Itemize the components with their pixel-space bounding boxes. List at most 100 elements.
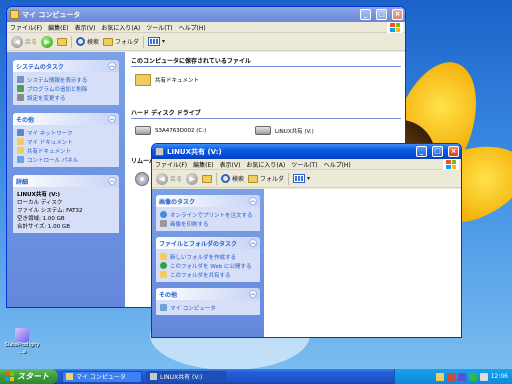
minimize-button[interactable]: _ [360,9,371,20]
place-my-network[interactable]: マイ ネットワーク [17,128,115,137]
cd-drive-icon[interactable] [135,172,149,186]
titlebar[interactable]: LINUX共有 (V:) _ □ × [152,144,461,159]
tray-app-icon[interactable] [446,372,455,381]
minimize-button[interactable]: _ [416,146,427,157]
titlebar[interactable]: マイ コンピュータ _ □ × [7,7,405,22]
views-button[interactable]: ▾ [293,174,310,183]
views-button[interactable]: ▾ [148,37,165,46]
back-button[interactable]: ◀ 戻る [11,35,37,48]
search-button[interactable]: 検索 [221,174,244,183]
toolbar: ◀ 戻る ▶ 検索 フォルダ ▾ [152,170,461,188]
menu-favorites[interactable]: お気に入り(A) [246,160,285,169]
menu-help[interactable]: ヘルプ(H) [179,23,206,32]
task-label: 画像を印刷する [170,221,209,228]
collapse-icon[interactable]: ︿ [108,177,116,185]
drive-v[interactable]: LINUX共有 (V:) [255,126,314,135]
place-label: マイ ドキュメント [27,139,73,146]
hard-drive-icon [135,126,151,135]
folders-button[interactable]: フォルダ [248,174,284,183]
place-my-documents[interactable]: マイ ドキュメント [17,137,115,146]
window-linux-share[interactable]: LINUX共有 (V:) _ □ × ファイル(F) 編集(E) 表示(V) お… [151,143,462,338]
forward-button[interactable]: ▶ [186,172,199,185]
menu-view[interactable]: 表示(V) [75,23,96,32]
chevron-down-icon: ▾ [162,38,166,45]
panel-header[interactable]: ファイルとフォルダのタスク ︿ [156,237,260,249]
desktop-app-icon [15,328,29,342]
task-publish-to-web[interactable]: このフォルダを Web に公開する [160,261,256,270]
panel-other-places: その他 ︿ マイ ネットワーク マイ ドキュメント 共有ドキュメント コントロール… [13,113,119,167]
forward-arrow-icon: ▶ [186,172,199,185]
up-folder-button[interactable] [202,174,213,183]
toolbar-separator [71,35,73,48]
taskbar-item-my-computer[interactable]: マイ コンピュータ [62,370,142,383]
menu-favorites[interactable]: お気に入り(A) [101,23,140,32]
task-label: このフォルダを共有する [170,272,231,279]
close-button[interactable]: × [448,146,459,157]
panel-title: 画像のタスク [159,198,196,206]
collapse-icon[interactable]: ︿ [108,62,116,70]
web-print-icon [160,211,167,218]
detail-name: LINUX共有 (V:) [17,192,61,198]
task-share-folder[interactable]: このフォルダを共有する [160,270,256,279]
menu-file[interactable]: ファイル(F) [10,23,42,32]
close-button[interactable]: × [392,9,403,20]
folders-button[interactable]: フォルダ [103,37,139,46]
tray-app-icon[interactable] [457,372,466,381]
menu-file[interactable]: ファイル(F) [155,160,187,169]
tray-app-icon[interactable] [435,372,444,381]
task-label: 新しいフォルダを作成する [170,254,237,261]
maximize-button[interactable]: □ [432,146,443,157]
new-folder-icon [160,253,167,260]
menu-tools[interactable]: ツール(T) [291,160,317,169]
volume-icon[interactable] [479,372,488,381]
clock[interactable]: 12:06 [491,373,508,380]
task-new-folder[interactable]: 新しいフォルダを作成する [160,252,256,261]
collapse-icon[interactable]: ︿ [249,239,257,247]
panel-header[interactable]: その他 ︿ [13,113,119,125]
collapse-icon[interactable]: ︿ [108,115,116,123]
taskbar-item-linux-share[interactable]: LINUX共有 (V:) [146,370,226,383]
task-add-remove-programs[interactable]: プログラムの追加と削除 [17,84,115,93]
computer-icon [66,373,73,380]
place-control-panel[interactable]: コントロール パネル [17,155,115,164]
up-folder-button[interactable] [57,37,68,46]
place-my-computer[interactable]: マイ コンピュータ [160,303,256,312]
back-label: 戻る [170,176,183,183]
forward-button[interactable]: ▶ [41,35,54,48]
menu-edit[interactable]: 編集(E) [193,160,213,169]
menu-help[interactable]: ヘルプ(H) [324,160,351,169]
folder-icon [103,37,114,46]
place-shared-documents[interactable]: 共有ドキュメント [17,146,115,155]
menu-bar: ファイル(F) 編集(E) 表示(V) お気に入り(A) ツール(T) ヘルプ(… [7,22,405,33]
start-label: スタート [17,372,49,381]
task-print-pictures[interactable]: 画像を印刷する [160,219,256,228]
panel-header[interactable]: 詳細 ︿ [13,175,119,187]
task-label: マイ コンピュータ [76,374,126,381]
item-label: 共有ドキュメント [155,78,200,84]
menu-tools[interactable]: ツール(T) [146,23,172,32]
menu-view[interactable]: 表示(V) [220,160,241,169]
desktop-icon-label-line2: ...a [18,349,26,355]
item-shared-documents[interactable]: 共有ドキュメント [135,74,199,86]
panel-title: 詳細 [16,178,29,186]
collapse-icon[interactable]: ︿ [249,290,257,298]
desktop-icon-slateprodigity[interactable]: SlateProdigity ...a [2,328,42,355]
tray-app-icon[interactable] [468,372,477,381]
start-button[interactable]: スタート [0,369,58,384]
menu-edit[interactable]: 編集(E) [48,23,68,32]
detail-total-size: 合計サイズ: 1.00 GB [17,224,70,230]
panel-header[interactable]: システムのタスク ︿ [13,60,119,72]
collapse-icon[interactable]: ︿ [249,197,257,205]
panel-header[interactable]: 画像のタスク ︿ [156,195,260,207]
panel-header[interactable]: その他 ︿ [156,288,260,300]
back-button[interactable]: ◀ 戻る [156,172,183,185]
task-view-system-info[interactable]: システム情報を表示する [17,75,115,84]
search-label: 検索 [232,176,245,183]
task-order-prints-online[interactable]: オンラインでプリントを注文する [160,210,256,219]
drive-c[interactable]: S3A4763D002 (C:) [135,126,206,135]
maximize-button[interactable]: □ [376,9,387,20]
panel-details: 詳細 ︿ LINUX共有 (V:) ローカル ディスク ファイル システム: FA… [13,175,119,233]
search-button[interactable]: 検索 [76,37,99,46]
hard-drive-icon [255,126,271,135]
task-change-setting[interactable]: 設定を変更する [17,93,115,102]
